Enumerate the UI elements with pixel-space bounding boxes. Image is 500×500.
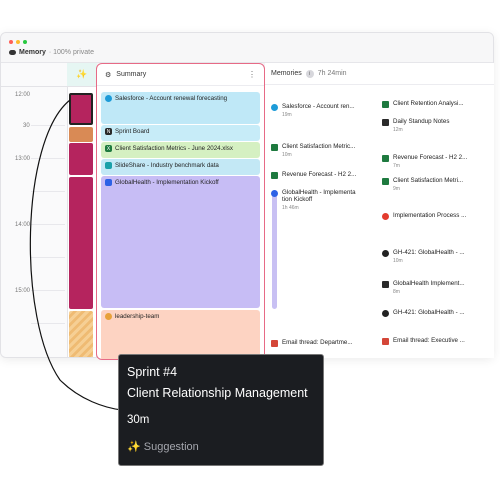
memory-item[interactable]: GH-421: GlobalHealth - ... — [382, 309, 492, 317]
notion-icon — [382, 281, 389, 288]
memory-item[interactable]: GlobalHealth Implement... 8m — [382, 280, 492, 295]
summary-card[interactable]: X Client Satisfaction Metrics - June 202… — [101, 142, 260, 158]
slideshare-icon — [105, 162, 112, 169]
maximize-window-button[interactable] — [23, 40, 27, 44]
time-header — [1, 63, 67, 87]
summary-card[interactable]: GlobalHealth - Implementation Kickoff — [101, 176, 260, 308]
summary-card[interactable]: leadership-team — [101, 310, 260, 359]
memory-item[interactable]: GH-421: GlobalHealth - ... 10m — [382, 249, 492, 264]
notion-icon: N — [105, 128, 112, 135]
suggestion-tooltip: Sprint #4 Client Relationship Management… — [118, 354, 324, 466]
summary-title: Summary — [116, 71, 147, 78]
memory-item[interactable]: Email thread: Executive ... — [382, 337, 492, 345]
suggestion-tag: ✨ Suggestion — [127, 441, 199, 453]
suggestion-block-striped[interactable] — [69, 311, 93, 357]
slack-icon — [105, 313, 112, 320]
zoom-icon — [271, 190, 278, 197]
github-icon — [382, 250, 389, 257]
memory-item[interactable]: Revenue Forecast - H2 2... — [271, 171, 376, 179]
memory-item[interactable]: Daily Standup Notes 12m — [382, 118, 492, 133]
hour-label: 15:00 — [15, 288, 31, 294]
hour-label: 14:00 — [15, 222, 31, 228]
summary-card[interactable]: Salesforce - Account renewal forecasting — [101, 92, 260, 124]
memories-title: Memories — [271, 70, 302, 77]
memory-icon — [9, 50, 16, 55]
window-controls — [9, 40, 27, 44]
info-icon[interactable]: i — [305, 69, 314, 78]
zoom-icon — [105, 179, 112, 186]
excel-icon: X — [105, 145, 112, 152]
memories-duration: 7h 24min — [317, 70, 347, 77]
window-title: Memory · 100% private — [9, 49, 94, 56]
memory-item[interactable]: Salesforce - Account ren... 19m — [271, 103, 376, 118]
tooltip-title: Client Relationship Management — [127, 386, 308, 400]
suggestion-block[interactable] — [69, 143, 93, 175]
summary-panel: ⚙ Summary ⋮ Salesforce - Account renewal… — [96, 63, 265, 360]
memories-panel: Memories i 7h 24min Salesforce - Account… — [265, 63, 494, 358]
chrome-icon — [382, 213, 389, 220]
memory-item[interactable]: Revenue Forecast - H2 2... 7m — [382, 154, 492, 169]
tooltip-sprint: Sprint #4 — [127, 365, 178, 379]
memory-item[interactable]: Implementation Process ... — [382, 212, 492, 220]
memory-item[interactable]: Client Satisfaction Metri... 9m — [382, 177, 492, 192]
excel-icon — [271, 144, 278, 151]
app-name: Memory — [19, 49, 46, 56]
memory-item[interactable]: Client Retention Analysi... — [382, 100, 492, 108]
hour-label: 13:00 — [15, 156, 31, 162]
github-icon — [382, 310, 389, 317]
memory-item[interactable]: Email thread: Departme... — [271, 339, 376, 347]
gmail-icon — [271, 340, 278, 347]
notion-icon — [382, 119, 389, 126]
memory-item[interactable]: GlobalHealth - Implementa tion Kickoff 1h… — [271, 189, 361, 211]
suggestion-block[interactable] — [69, 127, 93, 142]
privacy-label: · 100% private — [48, 49, 94, 56]
tooltip-duration: 30m — [127, 414, 150, 426]
excel-icon — [382, 155, 389, 162]
half-hour-label: 30 — [23, 123, 30, 129]
minimize-window-button[interactable] — [16, 40, 20, 44]
excel-icon — [382, 178, 389, 185]
title-bar: Memory · 100% private — [1, 33, 493, 63]
summary-icon: ⚙ — [105, 71, 112, 79]
summary-card[interactable]: N Sprint Board — [101, 125, 260, 141]
sparkle-icon[interactable]: ✨ — [67, 63, 97, 87]
gmail-icon — [382, 338, 389, 345]
summary-card[interactable]: SlideShare - Industry benchmark data — [101, 159, 260, 175]
excel-icon — [271, 172, 278, 179]
salesforce-icon — [105, 95, 112, 102]
salesforce-icon — [271, 104, 278, 111]
memories-header: Memories i 7h 24min — [265, 63, 494, 85]
suggestion-block-selected[interactable] — [69, 93, 93, 125]
suggestion-block[interactable] — [69, 177, 93, 309]
hour-label: 12:00 — [15, 92, 31, 98]
excel-icon — [382, 101, 389, 108]
memory-item[interactable]: Client Satisfaction Metric... 10m — [271, 143, 376, 158]
more-options-icon[interactable]: ⋮ — [248, 70, 256, 79]
close-window-button[interactable] — [9, 40, 13, 44]
summary-header: ⚙ Summary ⋮ — [97, 64, 264, 86]
time-column: 12:00 30 13:00 14:00 15:00 — [1, 87, 67, 357]
